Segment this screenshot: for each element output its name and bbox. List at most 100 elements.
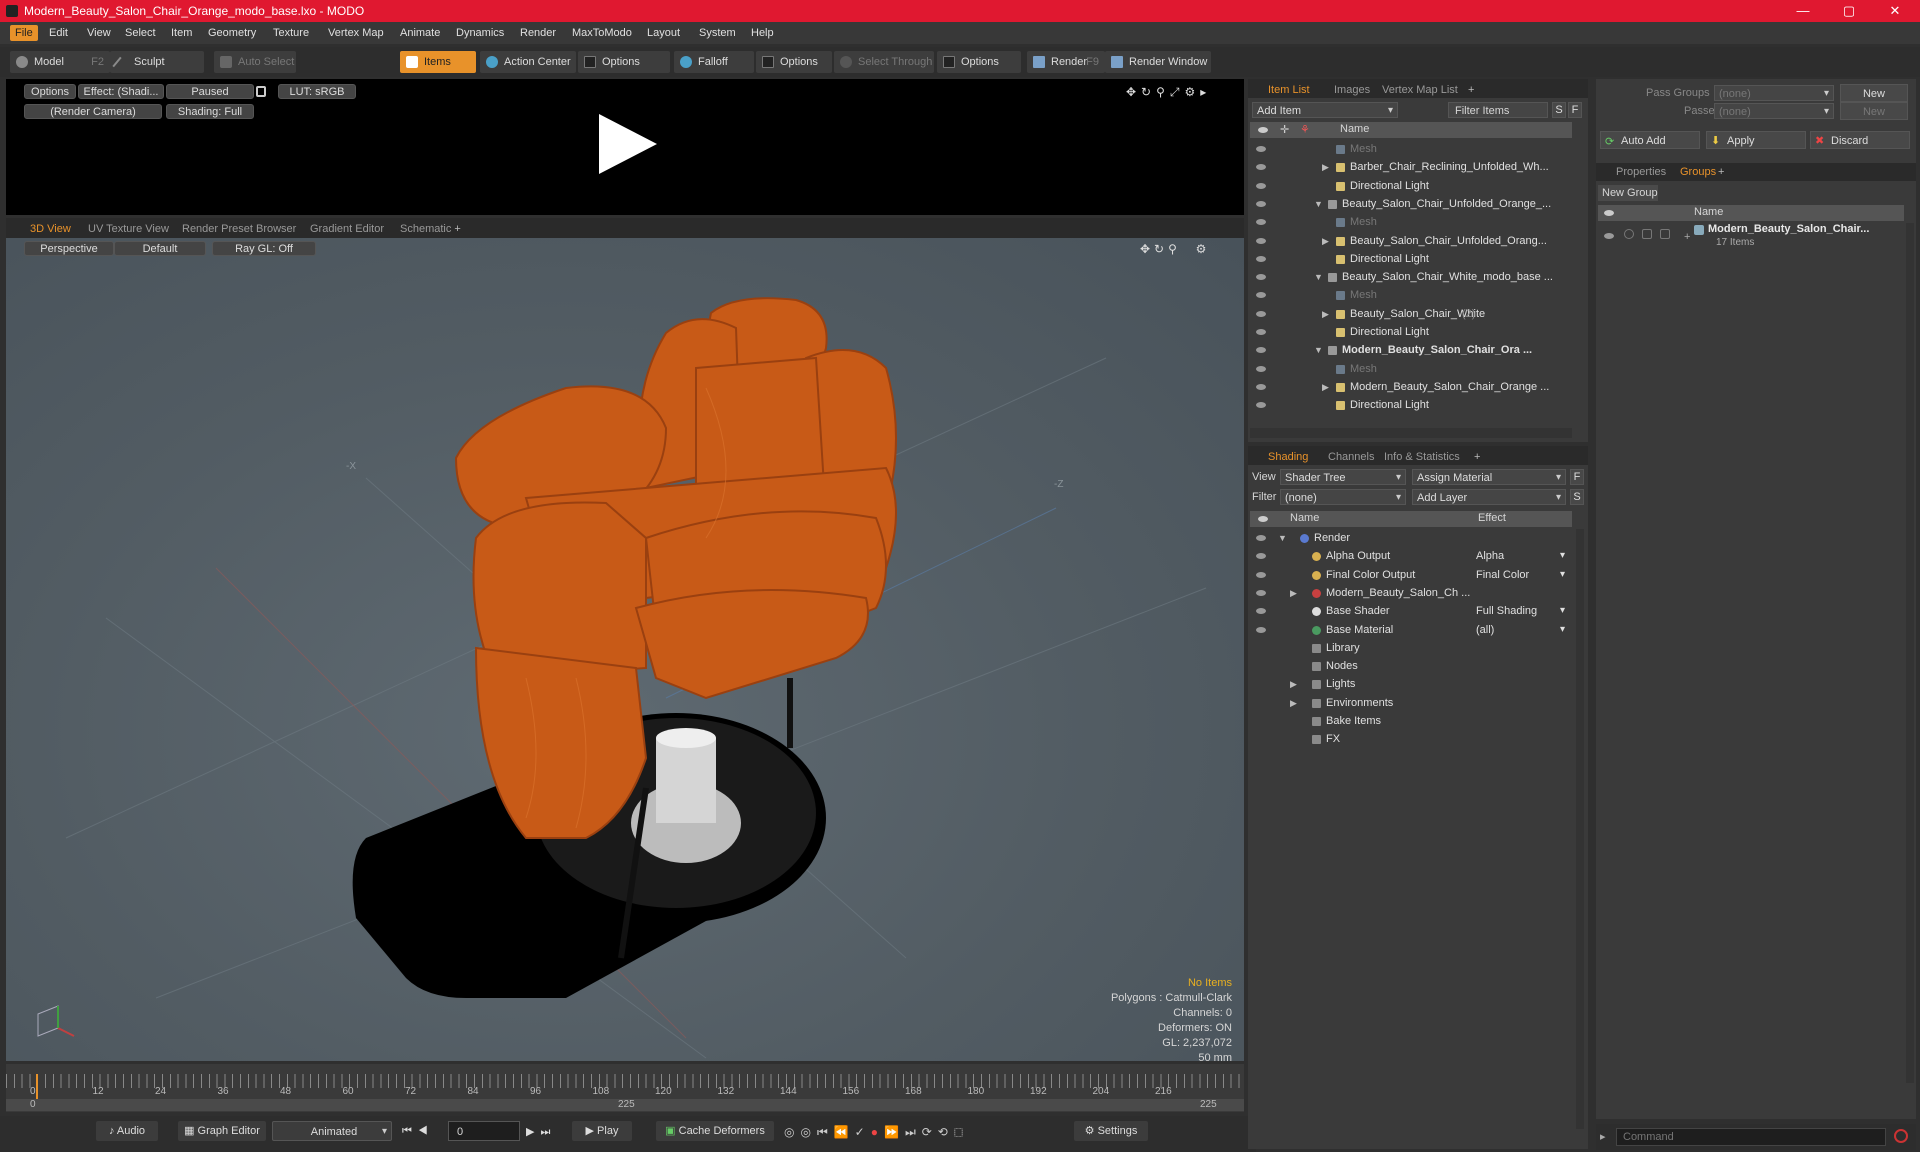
item-row[interactable]: ▼ Beauty_Salon_Chair_White_modo_base ... <box>1250 268 1572 286</box>
eye-icon[interactable] <box>1256 292 1266 299</box>
menu-select[interactable]: Select <box>120 25 161 41</box>
assign-material-dropdown[interactable]: Assign Material <box>1412 469 1566 486</box>
tab-shading[interactable]: Shading <box>1264 449 1312 465</box>
audio-button[interactable]: ♪ Audio <box>96 1121 158 1141</box>
tab-vertex-map-list[interactable]: Vertex Map List <box>1378 82 1462 98</box>
item-row[interactable]: Directional Light <box>1250 250 1572 268</box>
tab-render-preset-browser[interactable]: Render Preset Browser <box>178 221 300 237</box>
expand-arrow-icon[interactable]: ▶ <box>1322 232 1329 250</box>
play-button[interactable]: ▶ Play <box>572 1121 632 1141</box>
skip-back-icons[interactable]: ⏮◀ <box>402 1125 434 1138</box>
collapse-arrow-icon[interactable]: ▼ <box>1314 268 1323 286</box>
item-row[interactable]: ▶ Beauty_Salon_Chair_White (2) <box>1250 305 1572 323</box>
timeline[interactable]: 0 12 24 36 48 60 72 84 96 108 120 132 144 156 168 180 19… <box>6 1064 1244 1112</box>
shading-s-button[interactable]: S <box>1570 489 1584 505</box>
eye-icon[interactable] <box>1256 402 1266 409</box>
chevron-down-icon[interactable]: ▾ <box>1560 602 1565 620</box>
collapse-arrow-icon[interactable]: ▼ <box>1314 341 1323 359</box>
command-input[interactable] <box>1616 1128 1886 1146</box>
options-button-1[interactable]: Options <box>578 51 670 73</box>
item-row[interactable]: Directional Light <box>1250 396 1572 414</box>
tab-images[interactable]: Images <box>1330 82 1374 98</box>
tab-channels[interactable]: Channels <box>1324 449 1378 465</box>
expand-arrow-icon[interactable]: ▶ <box>1290 584 1297 602</box>
menu-texture[interactable]: Texture <box>268 25 314 41</box>
menu-system[interactable]: System <box>694 25 741 41</box>
record-icon[interactable] <box>1894 1129 1908 1143</box>
menu-view[interactable]: View <box>82 25 116 41</box>
discard-button[interactable]: ✖ Discard <box>1810 131 1910 149</box>
menu-item[interactable]: Item <box>166 25 197 41</box>
eye-icon[interactable] <box>1256 146 1266 152</box>
filter-items-input[interactable]: Filter Items <box>1448 102 1548 118</box>
shader-row[interactable]: ▶ Environments <box>1250 694 1572 712</box>
eye-icon[interactable] <box>1256 329 1266 335</box>
menu-vertex-map[interactable]: Vertex Map <box>323 25 389 41</box>
shader-row[interactable]: FX <box>1250 730 1572 748</box>
timeline-range-bar[interactable]: 0 225 225 <box>6 1099 1244 1111</box>
item-row[interactable]: ▼ Modern_Beauty_Salon_Chair_Ora ... <box>1250 341 1572 359</box>
falloff-button[interactable]: Falloff <box>674 51 754 73</box>
menu-render[interactable]: Render <box>515 25 561 41</box>
auto-select-button[interactable]: Auto Select <box>214 51 296 73</box>
shader-effect[interactable]: Final Color <box>1476 566 1529 584</box>
sculpt-button[interactable]: Sculpt <box>110 51 204 73</box>
passes-dropdown[interactable]: (none) <box>1714 103 1834 120</box>
shader-effect[interactable]: Full Shading <box>1476 602 1537 620</box>
item-row[interactable]: ▶ Beauty_Salon_Chair_Unfolded_Orang... <box>1250 232 1572 250</box>
tab-uv-texture-view[interactable]: UV Texture View <box>84 221 173 237</box>
render-button[interactable]: Render F9 <box>1027 51 1105 73</box>
shader-row[interactable]: Library <box>1250 639 1572 657</box>
shader-row[interactable]: Nodes <box>1250 657 1572 675</box>
shader-row[interactable]: ▼ Render <box>1250 529 1572 547</box>
eye-icon[interactable] <box>1256 164 1266 171</box>
group-row[interactable]: + Modern_Beauty_Salon_Chair... 17 Items <box>1598 223 1904 263</box>
effect-dropdown[interactable]: Effect: (Shadi... <box>78 84 164 99</box>
filter-s-button[interactable]: S <box>1552 102 1566 118</box>
menu-edit[interactable]: Edit <box>44 25 73 41</box>
add-item-dropdown[interactable]: Add Item <box>1252 102 1398 119</box>
shader-row[interactable]: Base Material (all) ▾ <box>1250 621 1572 639</box>
tab-item-list[interactable]: Item List <box>1264 82 1314 98</box>
3d-viewport[interactable]: Perspective Default Ray GL: Off ✥↻⚲ ⚙ -X… <box>6 238 1244 1064</box>
graph-editor-button[interactable]: ▦ Graph Editor <box>178 1121 266 1141</box>
expand-arrow-icon[interactable]: ▶ <box>1322 158 1329 176</box>
chevron-down-icon[interactable]: ▾ <box>1560 547 1565 565</box>
auto-add-button[interactable]: ⟳ Auto Add <box>1600 131 1700 149</box>
render-window-button[interactable]: Render Window <box>1105 51 1211 73</box>
item-row[interactable]: Mesh <box>1250 360 1572 378</box>
select-toggle-icon[interactable] <box>1660 229 1670 239</box>
step-forward-icons[interactable]: ▶⏭ <box>526 1125 556 1139</box>
expand-arrow-icon[interactable]: ▶ <box>1290 675 1297 693</box>
menu-help[interactable]: Help <box>746 25 779 41</box>
maximize-button[interactable]: ▢ <box>1826 0 1872 22</box>
collapse-arrow-icon[interactable]: ▼ <box>1278 529 1287 547</box>
menu-layout[interactable]: Layout <box>642 25 685 41</box>
apply-button[interactable]: ⬇ Apply <box>1706 131 1806 149</box>
filter-f-button[interactable]: F <box>1568 102 1582 118</box>
chevron-down-icon[interactable]: ▾ <box>1560 621 1565 639</box>
collapse-arrow-icon[interactable]: ▼ <box>1314 195 1323 213</box>
lock-toggle-icon[interactable] <box>1642 229 1652 239</box>
options-button-2[interactable]: Options <box>756 51 832 73</box>
expand-icon[interactable]: + <box>1684 231 1690 243</box>
preview-options-button[interactable]: Options <box>24 84 76 99</box>
frame-input[interactable]: 0 <box>448 1121 520 1141</box>
items-mode-button[interactable]: Items <box>400 51 476 73</box>
tab-gradient-editor[interactable]: Gradient Editor <box>306 221 388 237</box>
tab-3d-view[interactable]: 3D View <box>26 221 75 237</box>
add-tab-icon[interactable]: + <box>454 223 460 235</box>
item-row[interactable]: Directional Light <box>1250 323 1572 341</box>
item-row[interactable]: Mesh <box>1250 286 1572 304</box>
item-row[interactable]: ▶ Barber_Chair_Reclining_Unfolded_Wh... <box>1250 158 1572 176</box>
add-layer-dropdown[interactable]: Add Layer <box>1412 489 1566 506</box>
eye-icon[interactable] <box>1256 347 1266 354</box>
item-row[interactable]: Mesh <box>1250 140 1572 158</box>
play-icon[interactable] <box>591 109 661 179</box>
expand-arrow-icon[interactable]: ▶ <box>1322 305 1329 323</box>
eye-icon[interactable] <box>1256 365 1266 372</box>
expand-arrow-icon[interactable]: ▶ <box>1322 378 1329 396</box>
shading-dropdown[interactable]: Shading: Full <box>166 104 254 119</box>
eye-icon[interactable] <box>1256 200 1266 207</box>
new-pass-button[interactable]: New <box>1840 102 1908 120</box>
